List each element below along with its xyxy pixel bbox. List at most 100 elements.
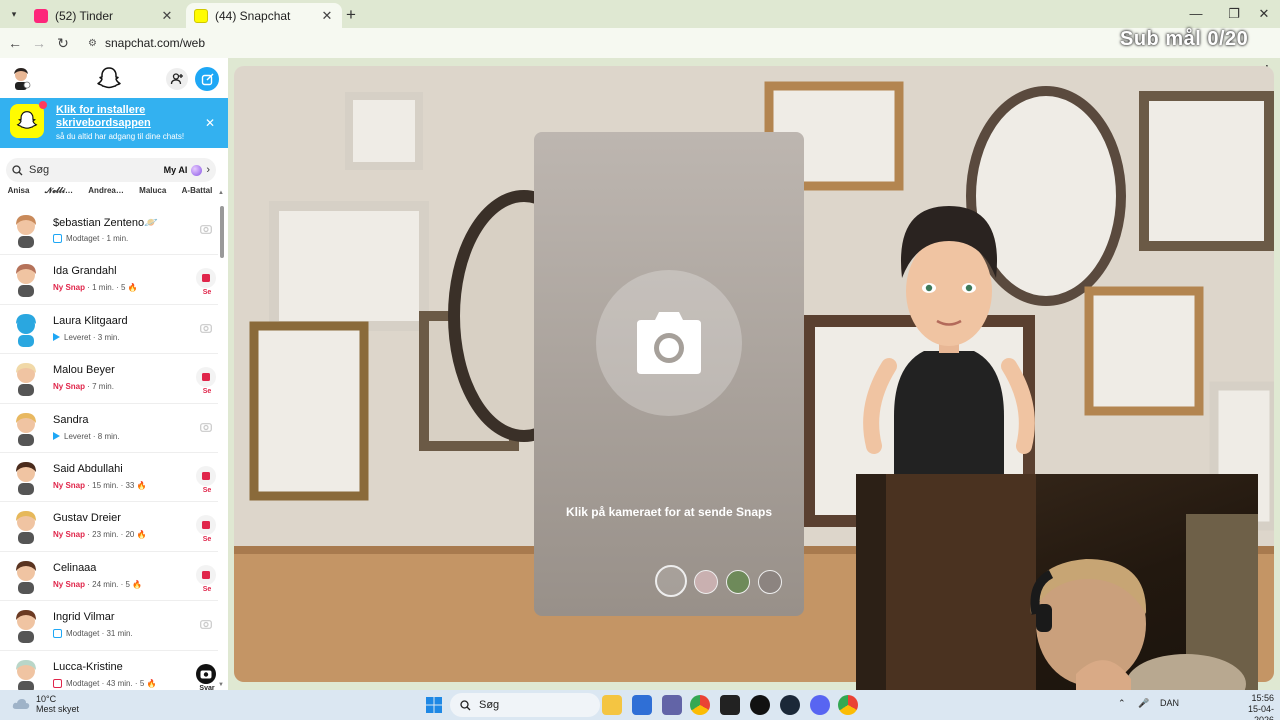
view-snap-label[interactable]: Se bbox=[196, 289, 218, 296]
scroll-up-arrow-icon[interactable]: ▲ bbox=[218, 190, 224, 196]
open-snap-button[interactable] bbox=[196, 367, 216, 388]
story-name[interactable]: 𝓝𝓮𝓵𝓵𝓲… bbox=[45, 186, 73, 200]
story-name[interactable]: Anisa bbox=[8, 186, 30, 200]
quick-snap-camera-button[interactable] bbox=[196, 318, 216, 338]
chevron-right-icon[interactable]: › bbox=[206, 164, 210, 176]
bitmoji-avatar[interactable] bbox=[10, 558, 42, 594]
chat-row[interactable]: Said Abdullahi Ny Snap · 15 min. · 33 🔥 Se bbox=[0, 453, 218, 503]
view-snap-label[interactable]: Se bbox=[196, 487, 218, 494]
quick-snap-camera-button[interactable] bbox=[196, 219, 216, 239]
camera-button[interactable] bbox=[596, 270, 742, 416]
new-tab-plus-icon[interactable]: + bbox=[346, 5, 362, 25]
keyboard-language[interactable]: DAN bbox=[1160, 698, 1179, 708]
minimize-icon[interactable]: — bbox=[1188, 6, 1204, 21]
chat-row[interactable]: Sandra Leveret · 8 min. bbox=[0, 404, 218, 453]
tab-snapchat[interactable]: (44) Snapchat ✕ bbox=[186, 3, 342, 28]
my-ai-label[interactable]: My AI bbox=[164, 165, 188, 175]
view-snap-label[interactable]: Se bbox=[196, 586, 218, 593]
close-tab-icon[interactable]: ✕ bbox=[160, 8, 174, 24]
chat-row[interactable]: Ingrid Vilmar Modtaget · 31 min. bbox=[0, 601, 218, 651]
browser-tab-bar: ▾ (52) Tinder ✕ (44) Snapchat ✕ + — ❐ ✕ bbox=[0, 0, 1280, 28]
chat-row[interactable]: Gustav Dreier Ny Snap · 23 min. · 20 🔥 Se bbox=[0, 502, 218, 552]
microphone-icon[interactable]: 🎤 bbox=[1138, 698, 1149, 709]
bitmoji-avatar[interactable] bbox=[10, 508, 42, 545]
close-tab-icon[interactable]: ✕ bbox=[320, 8, 334, 24]
clock[interactable]: 15:56 15-04-2026 bbox=[1228, 693, 1274, 720]
steam-icon[interactable] bbox=[780, 695, 800, 715]
bitmoji-avatar[interactable] bbox=[10, 261, 42, 298]
bitmoji-avatar[interactable] bbox=[10, 410, 42, 446]
back-arrow-icon[interactable]: ← bbox=[6, 34, 24, 52]
new-chat-button[interactable] bbox=[195, 67, 219, 91]
status-label: Modtaget bbox=[66, 234, 100, 243]
restore-icon[interactable]: ❐ bbox=[1226, 6, 1242, 22]
chat-row[interactable]: $ebastian Zenteno🪐 Modtaget · 1 min. bbox=[0, 206, 218, 256]
chat-sidebar: Klik for installere skrivebordsappen så … bbox=[0, 58, 228, 690]
cloud-icon bbox=[12, 699, 30, 709]
chat-list-scrollbar[interactable]: ▲ ▼ bbox=[218, 190, 226, 688]
my-bitmoji-avatar[interactable] bbox=[10, 66, 32, 90]
chrome-icon[interactable] bbox=[838, 695, 858, 715]
webcam-person-illustration bbox=[856, 474, 1258, 699]
chat-row[interactable]: Laura Klitgaard Leveret · 3 min. bbox=[0, 305, 218, 355]
reply-camera-button[interactable] bbox=[196, 663, 216, 684]
scrollbar-thumb[interactable] bbox=[220, 206, 224, 258]
separator: · bbox=[118, 480, 126, 490]
tray-chevron-icon[interactable]: ⌃ bbox=[1118, 698, 1126, 709]
taskbar-search[interactable]: Søg bbox=[450, 693, 600, 717]
open-snap-button[interactable] bbox=[196, 268, 216, 289]
app-icon[interactable] bbox=[750, 695, 770, 715]
chrome-icon[interactable] bbox=[690, 695, 710, 715]
install-app-banner[interactable]: Klik for installere skrivebordsappen så … bbox=[0, 98, 228, 148]
windows-start-icon[interactable] bbox=[424, 695, 444, 715]
camera-card[interactable]: Klik på kameraet for at sende Snaps bbox=[534, 132, 804, 616]
search-bar[interactable]: Søg My AI › bbox=[6, 158, 216, 182]
tab-search-chevron-icon[interactable]: ▾ bbox=[6, 6, 22, 22]
quick-snap-camera-button[interactable] bbox=[196, 614, 216, 634]
lens-normal-button[interactable] bbox=[655, 565, 687, 597]
forward-arrow-icon[interactable]: → bbox=[30, 34, 48, 52]
bitmoji-avatar[interactable] bbox=[10, 657, 42, 690]
open-snap-button[interactable] bbox=[196, 564, 216, 585]
close-window-icon[interactable]: ✕ bbox=[1256, 6, 1272, 22]
banner-title[interactable]: Klik for installere skrivebordsappen bbox=[56, 104, 186, 130]
address-bar[interactable]: ⚙ snapchat.com/web bbox=[78, 31, 1218, 55]
add-friend-button[interactable] bbox=[166, 68, 188, 90]
bitmoji-avatar[interactable] bbox=[10, 360, 42, 397]
quick-snap-camera-button[interactable] bbox=[196, 417, 216, 437]
story-name[interactable]: Maluca bbox=[139, 186, 166, 200]
view-snap-label[interactable]: Se bbox=[196, 388, 218, 395]
story-name[interactable]: A-Battal bbox=[182, 186, 213, 200]
reload-icon[interactable]: ↻ bbox=[54, 34, 72, 52]
bitmoji-avatar[interactable] bbox=[10, 212, 42, 248]
bitmoji-avatar[interactable] bbox=[10, 311, 42, 347]
lens-option-button[interactable] bbox=[726, 570, 750, 594]
lens-option-button[interactable] bbox=[758, 570, 782, 594]
site-info-icon[interactable]: ⚙ bbox=[88, 38, 97, 49]
bitmoji-avatar[interactable] bbox=[10, 459, 42, 495]
file-explorer-icon[interactable] bbox=[602, 695, 622, 715]
my-ai-orb-icon[interactable] bbox=[191, 164, 203, 176]
open-snap-button[interactable] bbox=[196, 515, 216, 536]
new-chat-icon bbox=[201, 73, 213, 85]
snapchat-ghost-icon[interactable] bbox=[96, 66, 122, 92]
chat-row[interactable]: Celinaaa Ny Snap · 24 min. · 5 🔥 Se bbox=[0, 552, 218, 602]
lens-option-button[interactable] bbox=[694, 570, 718, 594]
status-label: Ny Snap bbox=[53, 579, 86, 589]
chat-row[interactable]: Ida Grandahl Ny Snap · 1 min. · 5 🔥 Se bbox=[0, 255, 218, 305]
discord-icon[interactable] bbox=[810, 695, 830, 715]
bitmoji-avatar[interactable] bbox=[10, 607, 42, 644]
tab-tinder[interactable]: (52) Tinder ✕ bbox=[26, 3, 182, 28]
close-banner-icon[interactable]: ✕ bbox=[205, 116, 215, 130]
story-name[interactable]: Andrea… bbox=[88, 186, 124, 200]
teams-icon[interactable] bbox=[662, 695, 682, 715]
weather-widget[interactable]: 10°C Mest skyet bbox=[12, 694, 79, 714]
chat-row[interactable]: Malou Beyer Ny Snap · 7 min. Se bbox=[0, 354, 218, 404]
app-icon[interactable] bbox=[720, 695, 740, 715]
scroll-down-arrow-icon[interactable]: ▼ bbox=[218, 682, 224, 688]
chat-row[interactable]: Lucca-Kristine Modtaget · 43 min. · 5 🔥 Sv… bbox=[0, 651, 218, 690]
view-snap-label[interactable]: Se bbox=[196, 536, 218, 543]
open-snap-button[interactable] bbox=[196, 465, 216, 486]
tinder-favicon-icon bbox=[34, 8, 48, 23]
microsoft-store-icon[interactable] bbox=[632, 695, 652, 715]
